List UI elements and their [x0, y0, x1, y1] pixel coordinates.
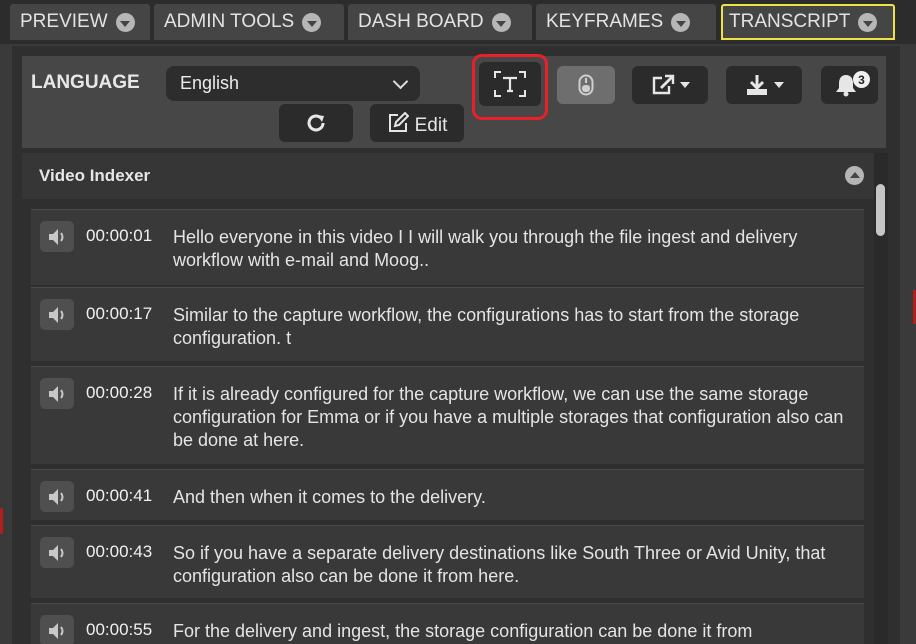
notification-count-badge: 3: [853, 71, 870, 88]
tab-keyframes-label: KEYFRAMES: [546, 11, 664, 32]
transcript-row[interactable]: 00:00:28 If it is already configured for…: [31, 366, 864, 464]
tab-admin-tools-label: ADMIN TOOLS: [164, 11, 295, 32]
refresh-button[interactable]: [279, 104, 353, 142]
collapse-up-icon[interactable]: [845, 166, 864, 185]
chevron-down-icon: [773, 82, 784, 88]
refresh-icon: [307, 114, 325, 132]
transcript-row[interactable]: 00:00:43 So if you have a separate deliv…: [31, 525, 864, 598]
chevron-down-icon[interactable]: [671, 12, 691, 32]
transcript-row[interactable]: 00:00:55 For the delivery and ingest, th…: [31, 603, 864, 644]
tab-keyframes[interactable]: KEYFRAMES: [536, 4, 716, 40]
transcript-text: And then when it comes to the delivery.: [173, 487, 486, 507]
speaker-icon[interactable]: [40, 299, 74, 330]
notifications-button[interactable]: 3: [821, 66, 878, 104]
tab-preview-label: PREVIEW: [20, 11, 108, 32]
transcript-row[interactable]: 00:00:17 Similar to the capture workflow…: [31, 287, 864, 361]
speaker-icon[interactable]: [40, 378, 74, 409]
share-external-icon: [652, 74, 674, 95]
timestamp[interactable]: 00:00:43: [86, 542, 152, 562]
tab-transcript-label: TRANSCRIPT: [729, 11, 851, 32]
transcript-row[interactable]: 00:00:41 And then when it comes to the d…: [31, 469, 864, 520]
timestamp[interactable]: 00:00:01: [86, 226, 152, 246]
transcript-text: If it is already configured for the capt…: [173, 384, 844, 450]
chevron-down-icon[interactable]: [302, 12, 322, 32]
download-icon: [746, 75, 767, 95]
speaker-icon[interactable]: [40, 537, 74, 568]
section-header: Video Indexer: [22, 153, 874, 199]
timestamp[interactable]: 00:00:17: [86, 304, 152, 324]
transcript-text: Hello everyone in this video I I will wa…: [173, 227, 798, 270]
scrollbar-thumb[interactable]: [876, 184, 885, 236]
language-label: LANGUAGE: [31, 72, 140, 93]
timestamp[interactable]: 00:00:55: [86, 620, 152, 640]
share-button[interactable]: [632, 66, 708, 104]
mouse-button[interactable]: [557, 66, 615, 104]
transcript-text-icon: [494, 71, 526, 97]
tab-transcript[interactable]: TRANSCRIPT: [721, 4, 895, 40]
timestamp[interactable]: 00:00:28: [86, 383, 152, 403]
transcript-text-button[interactable]: [479, 62, 541, 106]
chevron-down-icon[interactable]: [858, 12, 878, 32]
transcript-text: Similar to the capture workflow, the con…: [173, 305, 800, 348]
edit-pencil-icon: [388, 112, 409, 132]
transcript-text: So if you have a separate delivery desti…: [173, 543, 826, 586]
tab-bar: PREVIEW ADMIN TOOLS DASH BOARD KEYFRAMES…: [0, 0, 916, 44]
transcript-row[interactable]: 00:00:01 Hello everyone in this video I …: [31, 209, 864, 285]
mouse-icon: [578, 74, 594, 96]
tab-admin-tools[interactable]: ADMIN TOOLS: [154, 4, 344, 40]
edge-accent: [0, 508, 3, 534]
language-select[interactable]: English: [166, 66, 420, 101]
tab-preview[interactable]: PREVIEW: [10, 4, 150, 40]
edit-label: Edit: [414, 115, 448, 136]
chevron-down-icon: [392, 73, 409, 89]
transcript-text: For the delivery and ingest, the storage…: [173, 621, 753, 641]
tab-dash-board[interactable]: DASH BOARD: [348, 4, 532, 40]
speaker-icon[interactable]: [40, 221, 74, 252]
chevron-down-icon: [679, 82, 690, 88]
language-value: English: [180, 73, 240, 93]
speaker-icon[interactable]: [40, 481, 74, 512]
chevron-down-icon[interactable]: [491, 12, 511, 32]
transcript-list: 00:00:01 Hello everyone in this video I …: [22, 199, 874, 644]
speaker-icon[interactable]: [40, 615, 74, 644]
section-title: Video Indexer: [39, 166, 151, 185]
chevron-down-icon[interactable]: [115, 12, 135, 32]
timestamp[interactable]: 00:00:41: [86, 486, 152, 506]
edit-button[interactable]: Edit: [370, 104, 464, 142]
tab-dash-board-label: DASH BOARD: [358, 11, 484, 32]
download-button[interactable]: [726, 66, 802, 104]
